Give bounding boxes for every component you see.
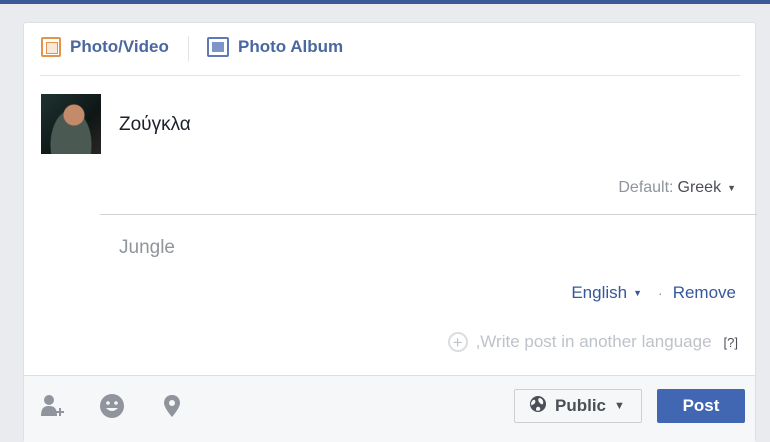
- chevron-down-icon: ▼: [614, 400, 625, 412]
- tab-separator: [188, 36, 189, 62]
- separator-dot: ·: [658, 285, 663, 301]
- tabs-divider: [40, 75, 740, 76]
- default-language-selector[interactable]: Default: Greek ▼: [618, 179, 736, 197]
- chevron-down-icon: ▼: [727, 183, 736, 193]
- translation-text-input[interactable]: Jungle: [119, 237, 175, 259]
- remove-translation-link[interactable]: Remove: [673, 283, 736, 303]
- location-pin-icon[interactable]: [159, 393, 185, 419]
- tab-photo-album-label: Photo Album: [238, 37, 344, 56]
- audience-selector-button[interactable]: Public ▼: [514, 389, 642, 423]
- feeling-emoji-icon[interactable]: [99, 393, 125, 419]
- tab-photo-video-label: Photo/Video: [70, 37, 169, 56]
- help-badge[interactable]: [?]: [724, 335, 738, 350]
- chevron-down-icon: ▼: [633, 288, 643, 298]
- tab-photo-album[interactable]: Photo Album: [207, 36, 343, 58]
- add-language-row: + ,Write post in another language [?]: [447, 332, 738, 352]
- translation-language-selector[interactable]: English ▼: [571, 283, 648, 303]
- post-text-input[interactable]: Ζούγκλα: [119, 114, 191, 136]
- composer-footer: Public ▼ Post: [24, 375, 755, 442]
- tab-photo-video[interactable]: Photo/Video: [41, 36, 169, 58]
- add-circle-icon[interactable]: +: [447, 332, 468, 352]
- write-another-language-link[interactable]: ,Write post in another language: [476, 332, 712, 352]
- tag-friends-icon[interactable]: [40, 393, 66, 419]
- language-divider: [100, 214, 757, 215]
- translation-controls: English ▼ · Remove: [571, 283, 736, 303]
- composer-tabs: Photo/Video Photo Album: [24, 23, 757, 75]
- avatar[interactable]: [41, 94, 101, 154]
- top-bar: [0, 0, 770, 4]
- default-language-prefix: Default:: [618, 179, 674, 196]
- audience-label: Public: [555, 396, 607, 415]
- translation-language-value: English: [571, 283, 628, 302]
- globe-icon: [529, 395, 547, 418]
- post-button[interactable]: Post: [657, 389, 745, 423]
- photo-album-icon: [207, 37, 229, 57]
- photo-icon: [41, 37, 61, 57]
- default-language-value: Greek: [677, 179, 722, 196]
- post-composer: Photo/Video Photo Album Ζούγκλα Default:…: [23, 22, 757, 442]
